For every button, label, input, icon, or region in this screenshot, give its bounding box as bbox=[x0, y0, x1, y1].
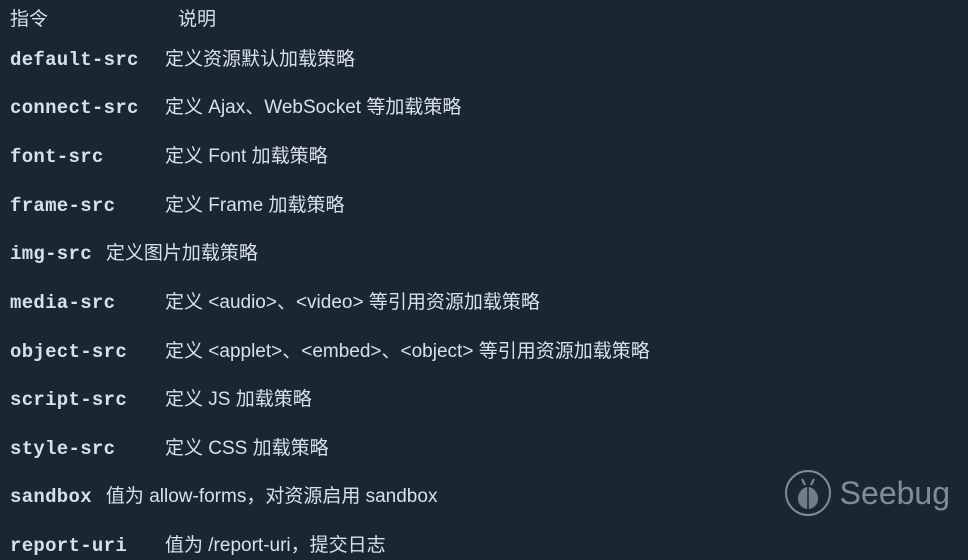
directive-desc: 定义资源默认加载策略 bbox=[165, 47, 958, 73]
directive-desc: 定义 JS 加载策略 bbox=[165, 387, 958, 413]
header-description: 说明 bbox=[178, 8, 216, 33]
directive-row: default-src定义资源默认加载策略 bbox=[10, 47, 958, 74]
directive-row: connect-src定义 Ajax、WebSocket 等加载策略 bbox=[10, 95, 958, 122]
bug-icon bbox=[784, 469, 832, 517]
directive-name: report-uri bbox=[10, 534, 165, 560]
directive-name: default-src bbox=[10, 48, 165, 74]
directive-row: font-src定义 Font 加载策略 bbox=[10, 144, 958, 171]
directive-row: img-src 定义图片加载策略 bbox=[10, 241, 958, 268]
directive-desc: 定义 CSS 加载策略 bbox=[165, 436, 958, 462]
seebug-watermark: Seebug bbox=[784, 469, 950, 517]
directive-name: script-src bbox=[10, 388, 165, 414]
directive-name: style-src bbox=[10, 437, 165, 463]
directive-row: media-src定义 <audio>、<video> 等引用资源加载策略 bbox=[10, 290, 958, 317]
directive-desc: 定义 Font 加载策略 bbox=[165, 144, 958, 170]
directive-row: script-src定义 JS 加载策略 bbox=[10, 387, 958, 414]
watermark-text: Seebug bbox=[840, 475, 950, 512]
header-directive: 指令 bbox=[10, 8, 178, 33]
directive-row: frame-src定义 Frame 加载策略 bbox=[10, 193, 958, 220]
directive-name: object-src bbox=[10, 340, 165, 366]
directive-row: object-src定义 <applet>、<embed>、<object> 等… bbox=[10, 339, 958, 366]
directive-name: frame-src bbox=[10, 194, 165, 220]
table-header: 指令 说明 bbox=[10, 8, 958, 33]
directive-row: style-src定义 CSS 加载策略 bbox=[10, 436, 958, 463]
directive-row: report-uri值为 /report-uri，提交日志 bbox=[10, 533, 958, 560]
directive-desc: 定义 Ajax、WebSocket 等加载策略 bbox=[165, 95, 958, 121]
directive-desc: 定义图片加载策略 bbox=[106, 241, 958, 267]
directive-desc: 值为 /report-uri，提交日志 bbox=[165, 533, 958, 559]
directive-name: media-src bbox=[10, 291, 165, 317]
directive-name: font-src bbox=[10, 145, 165, 171]
directive-name: connect-src bbox=[10, 96, 165, 122]
directive-name: sandbox bbox=[10, 485, 92, 511]
directive-desc: 定义 <applet>、<embed>、<object> 等引用资源加载策略 bbox=[165, 339, 958, 365]
directive-name: img-src bbox=[10, 242, 92, 268]
directive-desc: 定义 <audio>、<video> 等引用资源加载策略 bbox=[165, 290, 958, 316]
directive-desc: 定义 Frame 加载策略 bbox=[165, 193, 958, 219]
